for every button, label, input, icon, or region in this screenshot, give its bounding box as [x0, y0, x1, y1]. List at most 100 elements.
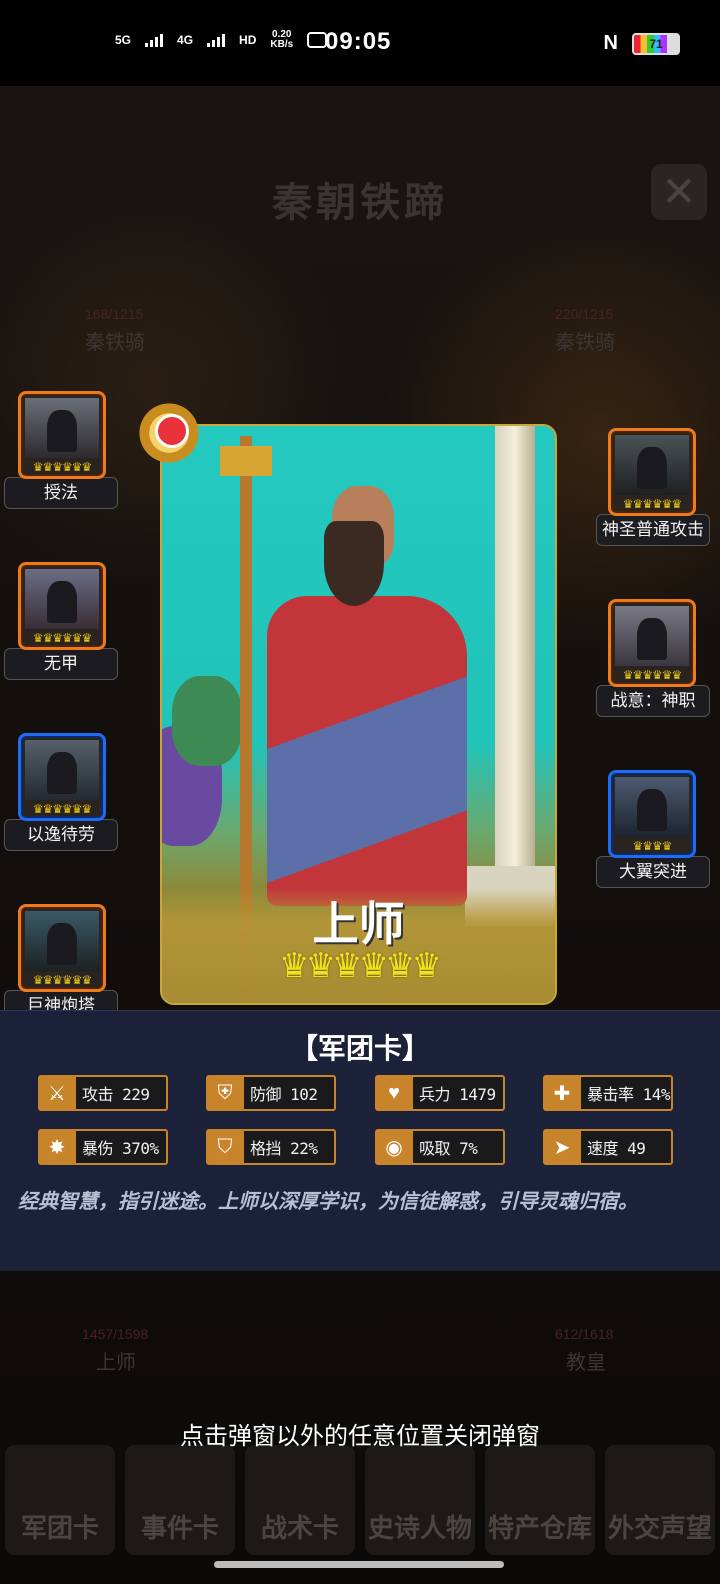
battery-level: 71 [649, 36, 663, 51]
stat-text: 暴击率 14% [587, 1085, 671, 1104]
skill-art [615, 777, 689, 837]
skill-label: 战意：神职 [596, 685, 710, 717]
status-right: N 71 [604, 32, 680, 55]
skill-label: 无甲 [4, 648, 118, 680]
sword-icon: ⚔ [48, 1082, 66, 1105]
skill-badge[interactable]: ♛♛♛♛♛♛ 巨神炮塔 [0, 904, 130, 1022]
network-5g: 5G [115, 33, 131, 47]
nfc-icon: N [603, 32, 618, 54]
bg-bottom-right-hp: 612/1618 [555, 1326, 614, 1342]
card-name: 上师 [312, 898, 405, 950]
nav-label: 外交声望 [607, 1513, 712, 1543]
nav-legion-card[interactable]: 军团卡 [5, 1445, 115, 1555]
net-speed: 0.20 KB/s [270, 30, 293, 50]
heart-icon: ♥ [388, 1081, 400, 1104]
card-type-title: 【军团卡】 [289, 1033, 430, 1064]
rank-core [155, 414, 189, 448]
skill-frame: ♛♛♛♛♛♛ [18, 562, 106, 650]
skill-badge[interactable]: ♛♛♛♛♛♛ 以逸待劳 [0, 733, 130, 851]
nav-label: 史诗人物 [367, 1513, 472, 1543]
network-1-label: 5G [115, 33, 132, 47]
skill-label: 授法 [4, 477, 118, 509]
shield-icon: ⛨ [217, 1081, 233, 1104]
rank-badge-icon [133, 400, 205, 466]
skill-badge[interactable]: ♛♛♛♛♛♛ 神圣普通攻击 [592, 428, 720, 546]
nav-label: 事件卡 [140, 1513, 219, 1543]
battery-icon: 71 [632, 32, 680, 55]
skill-art [25, 398, 99, 458]
status-bar: 5G 4G HD 0.20 KB/s 09:05 N 71 [0, 0, 720, 86]
nav-label: 战术卡 [260, 1513, 339, 1543]
status-left: 5G 4G HD 0.20 KB/s [115, 30, 328, 50]
skill-crowns: ♛♛♛♛♛♛ [32, 631, 93, 645]
bg-left-hp: 168/1215 [85, 306, 144, 322]
card-figure-beard [324, 521, 384, 606]
bg-title: 秦朝铁蹄 [272, 181, 448, 225]
stat-speed: ➤ 速度 49 [543, 1129, 673, 1165]
nav-event-card[interactable]: 事件卡 [125, 1445, 235, 1555]
skill-crowns: ♛♛♛♛♛♛ [622, 497, 683, 511]
bg-right-hp: 220/1215 [555, 306, 614, 322]
bg-right-unit: 秦铁骑 [555, 332, 615, 354]
skill-frame: ♛♛♛♛♛♛ [18, 391, 106, 479]
card-figure-robe [267, 596, 467, 906]
clock: 09:05 [325, 28, 392, 55]
close-icon[interactable]: ✕ [651, 164, 707, 220]
card-staff-top [220, 446, 272, 476]
signal-icon [145, 33, 164, 47]
card-tree [172, 676, 242, 766]
nav-label: 军团卡 [20, 1513, 99, 1543]
bg-bottom-left-hp: 1457/1598 [82, 1326, 149, 1342]
bg-bottom-left-unit: 上师 [96, 1352, 136, 1374]
stat-text: 格挡 22% [250, 1139, 318, 1158]
skill-frame: ♛♛♛♛♛♛ [18, 733, 106, 821]
home-indicator[interactable] [214, 1561, 504, 1568]
stat-troops: ♥ 兵力 1479 [375, 1075, 505, 1111]
skill-label: 神圣普通攻击 [596, 514, 710, 546]
skill-crowns: ♛♛♛♛ [632, 839, 672, 853]
bg-left-unit: 秦铁骑 [85, 332, 145, 354]
skill-label: 大翼突进 [596, 856, 710, 888]
skill-frame: ♛♛♛♛ [608, 770, 696, 858]
skill-crowns: ♛♛♛♛♛♛ [32, 973, 93, 987]
crit-damage-icon: ✸ [48, 1136, 66, 1159]
stat-text: 吸取 7% [419, 1139, 478, 1158]
stat-crit-rate: ✚ 暴击率 14% [543, 1075, 673, 1111]
skill-art [615, 435, 689, 495]
skill-crowns: ♛♛♛♛♛♛ [32, 802, 93, 816]
skill-badge[interactable]: ♛♛♛♛♛♛ 战意：神职 [592, 599, 720, 717]
stat-absorb: ◉ 吸取 7% [375, 1129, 505, 1165]
nav-tactic-card[interactable]: 战术卡 [245, 1445, 355, 1555]
net-speed-unit: KB/s [270, 39, 294, 50]
skill-art [615, 606, 689, 666]
nav-epic-figures[interactable]: 史诗人物 [365, 1445, 475, 1555]
stat-block: ⛉ 格挡 22% [206, 1129, 336, 1165]
skill-badge[interactable]: ♛♛♛♛♛♛ 授法 [0, 391, 130, 509]
nav-specialty-warehouse[interactable]: 特产仓库 [485, 1445, 595, 1555]
stat-crit-damage: ✸ 暴伤 370% [38, 1129, 168, 1165]
skill-badge[interactable]: ♛♛♛♛♛♛ 无甲 [0, 562, 130, 680]
network-2-label: 4G [177, 33, 194, 47]
skill-art [25, 569, 99, 629]
card-column [495, 426, 535, 886]
stat-text: 防御 102 [250, 1085, 318, 1104]
legion-card: 上师 ♛♛♛♛♛♛ [160, 424, 557, 1005]
skill-crowns: ♛♛♛♛♛♛ [622, 668, 683, 682]
skill-badge[interactable]: ♛♛♛♛ 大翼突进 [592, 770, 720, 888]
stat-text: 速度 49 [587, 1139, 646, 1158]
nav-label: 特产仓库 [487, 1513, 592, 1543]
skill-art [25, 740, 99, 800]
bg-bottom-right-unit: 教皇 [566, 1352, 606, 1374]
bottom-nav: 军团卡 事件卡 战术卡 史诗人物 特产仓库 外交声望 [0, 1445, 720, 1565]
skill-frame: ♛♛♛♛♛♛ [18, 904, 106, 992]
stat-text: 攻击 229 [82, 1085, 150, 1104]
nav-diplomacy[interactable]: 外交声望 [605, 1445, 715, 1555]
skill-crowns: ♛♛♛♛♛♛ [32, 460, 93, 474]
signal-icon-2 [207, 33, 226, 47]
stat-text: 兵力 1479 [419, 1085, 496, 1104]
stat-text: 暴伤 370% [82, 1139, 159, 1158]
card-description: 经典智慧，指引迷途。上师以深厚学识，为信徒解惑，引导灵魂归宿。 [18, 1191, 638, 1213]
block-icon: ⛉ [217, 1135, 233, 1158]
stat-attack: ⚔ 攻击 229 [38, 1075, 168, 1111]
stat-defense: ⛨ 防御 102 [206, 1075, 336, 1111]
